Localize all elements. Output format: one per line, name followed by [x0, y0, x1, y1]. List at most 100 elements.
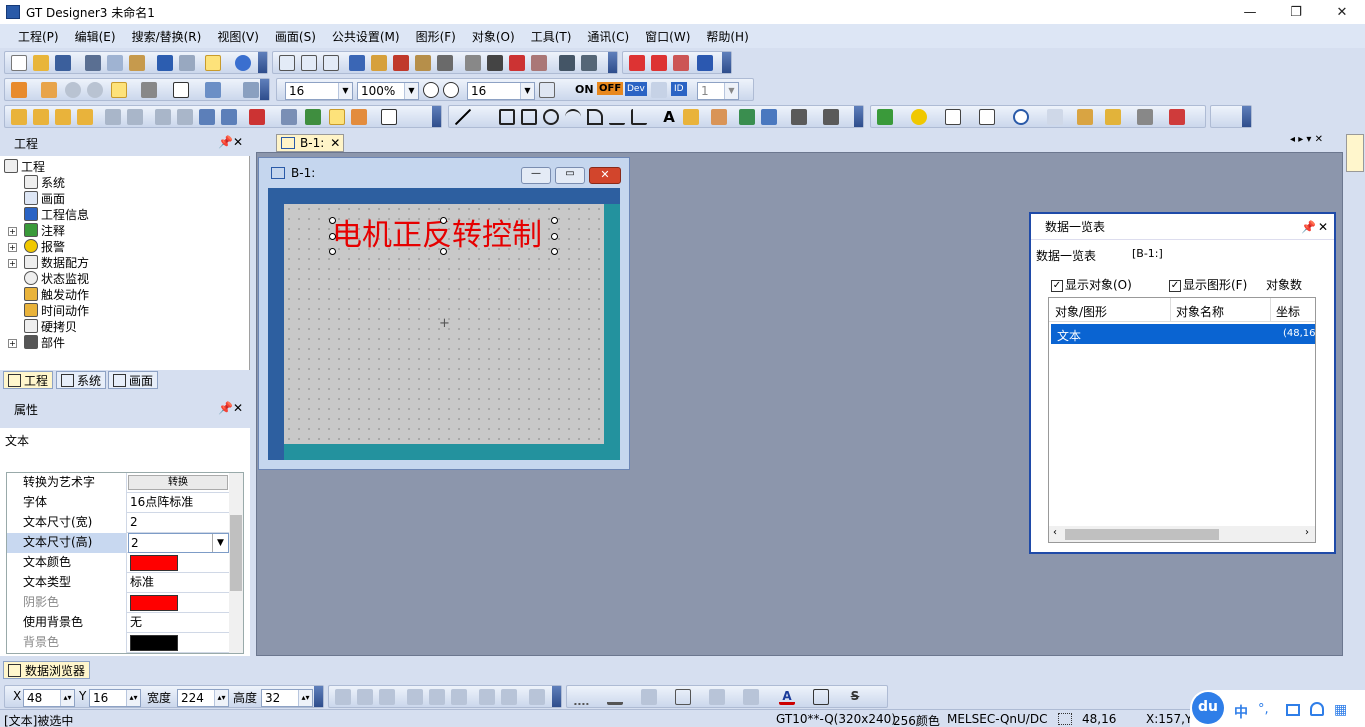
- screen-icon[interactable]: [279, 55, 295, 71]
- shadow-color-swatch[interactable]: [130, 595, 178, 611]
- menu-object[interactable]: 对象(O): [464, 28, 523, 45]
- tab-b1[interactable]: B-1: ✕: [276, 134, 344, 152]
- toolbar-grip[interactable]: [608, 52, 617, 73]
- strikethrough-icon[interactable]: S: [847, 689, 863, 705]
- close-icon[interactable]: ✕: [233, 401, 243, 415]
- chevron-down-icon[interactable]: ▼: [212, 534, 228, 552]
- rotate-icon[interactable]: [155, 109, 171, 125]
- switch-icon[interactable]: [877, 109, 893, 125]
- zoom-out-icon[interactable]: [443, 82, 459, 98]
- new-icon[interactable]: [11, 55, 27, 71]
- find-icon[interactable]: [243, 82, 259, 98]
- pattern-icon[interactable]: [141, 82, 157, 98]
- preview-icon[interactable]: [437, 55, 453, 71]
- stepper-icon[interactable]: ▴▾: [126, 690, 140, 706]
- ime-logo[interactable]: du: [1192, 692, 1224, 724]
- data-icon[interactable]: [415, 55, 431, 71]
- scrollbar-thumb[interactable]: [1065, 529, 1219, 540]
- props-scrollbar[interactable]: [229, 473, 243, 653]
- ime-language[interactable]: 中: [1234, 702, 1248, 722]
- text-object[interactable]: 电机正反转控制: [332, 220, 542, 252]
- maximize-button[interactable]: ❐: [1273, 0, 1319, 24]
- paste-icon[interactable]: [129, 55, 145, 71]
- fill-color-icon[interactable]: [743, 689, 759, 705]
- zoom-in-icon[interactable]: [423, 82, 439, 98]
- height-input[interactable]: 32 ▴▾: [261, 689, 313, 707]
- chevron-down-icon[interactable]: ▼: [338, 83, 352, 99]
- menu-common-settings[interactable]: 公共设置(M): [324, 28, 408, 45]
- toolbar-grip[interactable]: [260, 79, 269, 100]
- tree-item-project-info[interactable]: 工程信息: [24, 206, 89, 222]
- tree-item-parts[interactable]: 部件: [24, 334, 65, 350]
- bg-color-swatch[interactable]: [130, 635, 178, 651]
- help-icon[interactable]: [235, 55, 251, 71]
- punctuation-icon[interactable]: °,: [1258, 702, 1269, 717]
- menu-window[interactable]: 窗口(W): [637, 28, 698, 45]
- tree-root[interactable]: 工程: [4, 158, 45, 174]
- column-header[interactable]: 坐标: [1276, 303, 1300, 320]
- menu-communication[interactable]: 通讯(C): [579, 28, 637, 45]
- tree-item-time-action[interactable]: 时间动作: [24, 302, 89, 318]
- layout-icon[interactable]: [465, 55, 481, 71]
- menu-help[interactable]: 帮助(H): [698, 28, 756, 45]
- align-icon[interactable]: [55, 109, 71, 125]
- stepper-icon[interactable]: ▴▾: [214, 690, 228, 706]
- off-label[interactable]: OFF: [597, 82, 624, 95]
- toolbar-grip[interactable]: [552, 686, 561, 707]
- fill-icon[interactable]: [205, 82, 221, 98]
- scroll-right-icon[interactable]: ›: [1305, 527, 1309, 538]
- ascii-display-icon[interactable]: [979, 109, 995, 125]
- part-icon[interactable]: [1137, 109, 1153, 125]
- close-button[interactable]: ✕: [589, 167, 621, 184]
- other-figure-icon[interactable]: [823, 109, 839, 125]
- rectangle-icon[interactable]: [499, 109, 515, 125]
- scrollbar-thumb[interactable]: [230, 515, 242, 591]
- resize-handle[interactable]: [440, 248, 447, 255]
- polygon-icon[interactable]: [521, 109, 537, 125]
- tree-item-alarm[interactable]: 报警: [24, 238, 65, 254]
- align-icon[interactable]: [33, 109, 49, 125]
- resize-handle[interactable]: [551, 233, 558, 240]
- align-left-icon[interactable]: [335, 689, 351, 705]
- open-screen-icon[interactable]: [41, 82, 57, 98]
- alarm-history-icon[interactable]: [1105, 109, 1121, 125]
- pin-icon[interactable]: 📌: [218, 401, 233, 415]
- window-screen-icon[interactable]: [301, 55, 317, 71]
- align-right-icon[interactable]: [379, 689, 395, 705]
- trend-icon[interactable]: [1169, 109, 1185, 125]
- align-middle-icon[interactable]: [429, 689, 445, 705]
- stepper-icon[interactable]: ▴▾: [60, 690, 74, 706]
- menu-screen[interactable]: 画面(S): [267, 28, 324, 45]
- circle-icon[interactable]: [543, 109, 559, 125]
- arc-icon[interactable]: [565, 109, 581, 125]
- abc-icon[interactable]: [581, 55, 597, 71]
- column-header[interactable]: 对象名称: [1176, 303, 1224, 320]
- resize-handle[interactable]: [329, 248, 336, 255]
- horizontal-scrollbar[interactable]: ‹ ›: [1049, 526, 1315, 542]
- sector-icon[interactable]: [587, 109, 603, 125]
- menu-tools[interactable]: 工具(T): [523, 28, 580, 45]
- distribute-v-icon[interactable]: [501, 689, 517, 705]
- line-icon[interactable]: [455, 109, 471, 125]
- save-icon[interactable]: [55, 55, 71, 71]
- select-icon[interactable]: [329, 109, 345, 125]
- book-icon[interactable]: [371, 55, 387, 71]
- grid-size-combo[interactable]: 16 ▼: [467, 82, 535, 100]
- table-row[interactable]: 文本 (48,16: [1051, 324, 1315, 344]
- polyline-icon[interactable]: [477, 109, 493, 125]
- lamp-icon[interactable]: [911, 109, 927, 125]
- expand-icon[interactable]: +: [8, 243, 17, 252]
- stepper-icon[interactable]: ▴▾: [298, 690, 312, 706]
- rect-style-icon[interactable]: [173, 82, 189, 98]
- text-height-select[interactable]: 2 ▼: [128, 533, 229, 553]
- line-width-icon[interactable]: [607, 689, 623, 705]
- order-back-icon[interactable]: [305, 109, 321, 125]
- toolbar-grip[interactable]: [1242, 106, 1251, 127]
- menu-edit[interactable]: 编辑(E): [67, 28, 124, 45]
- align-icon[interactable]: [11, 109, 27, 125]
- pin-icon[interactable]: 📌: [1301, 220, 1316, 234]
- scale-icon[interactable]: [609, 109, 625, 125]
- dxf-icon[interactable]: [761, 109, 777, 125]
- redo-icon[interactable]: [179, 55, 195, 71]
- numeric-display-icon[interactable]: [945, 109, 961, 125]
